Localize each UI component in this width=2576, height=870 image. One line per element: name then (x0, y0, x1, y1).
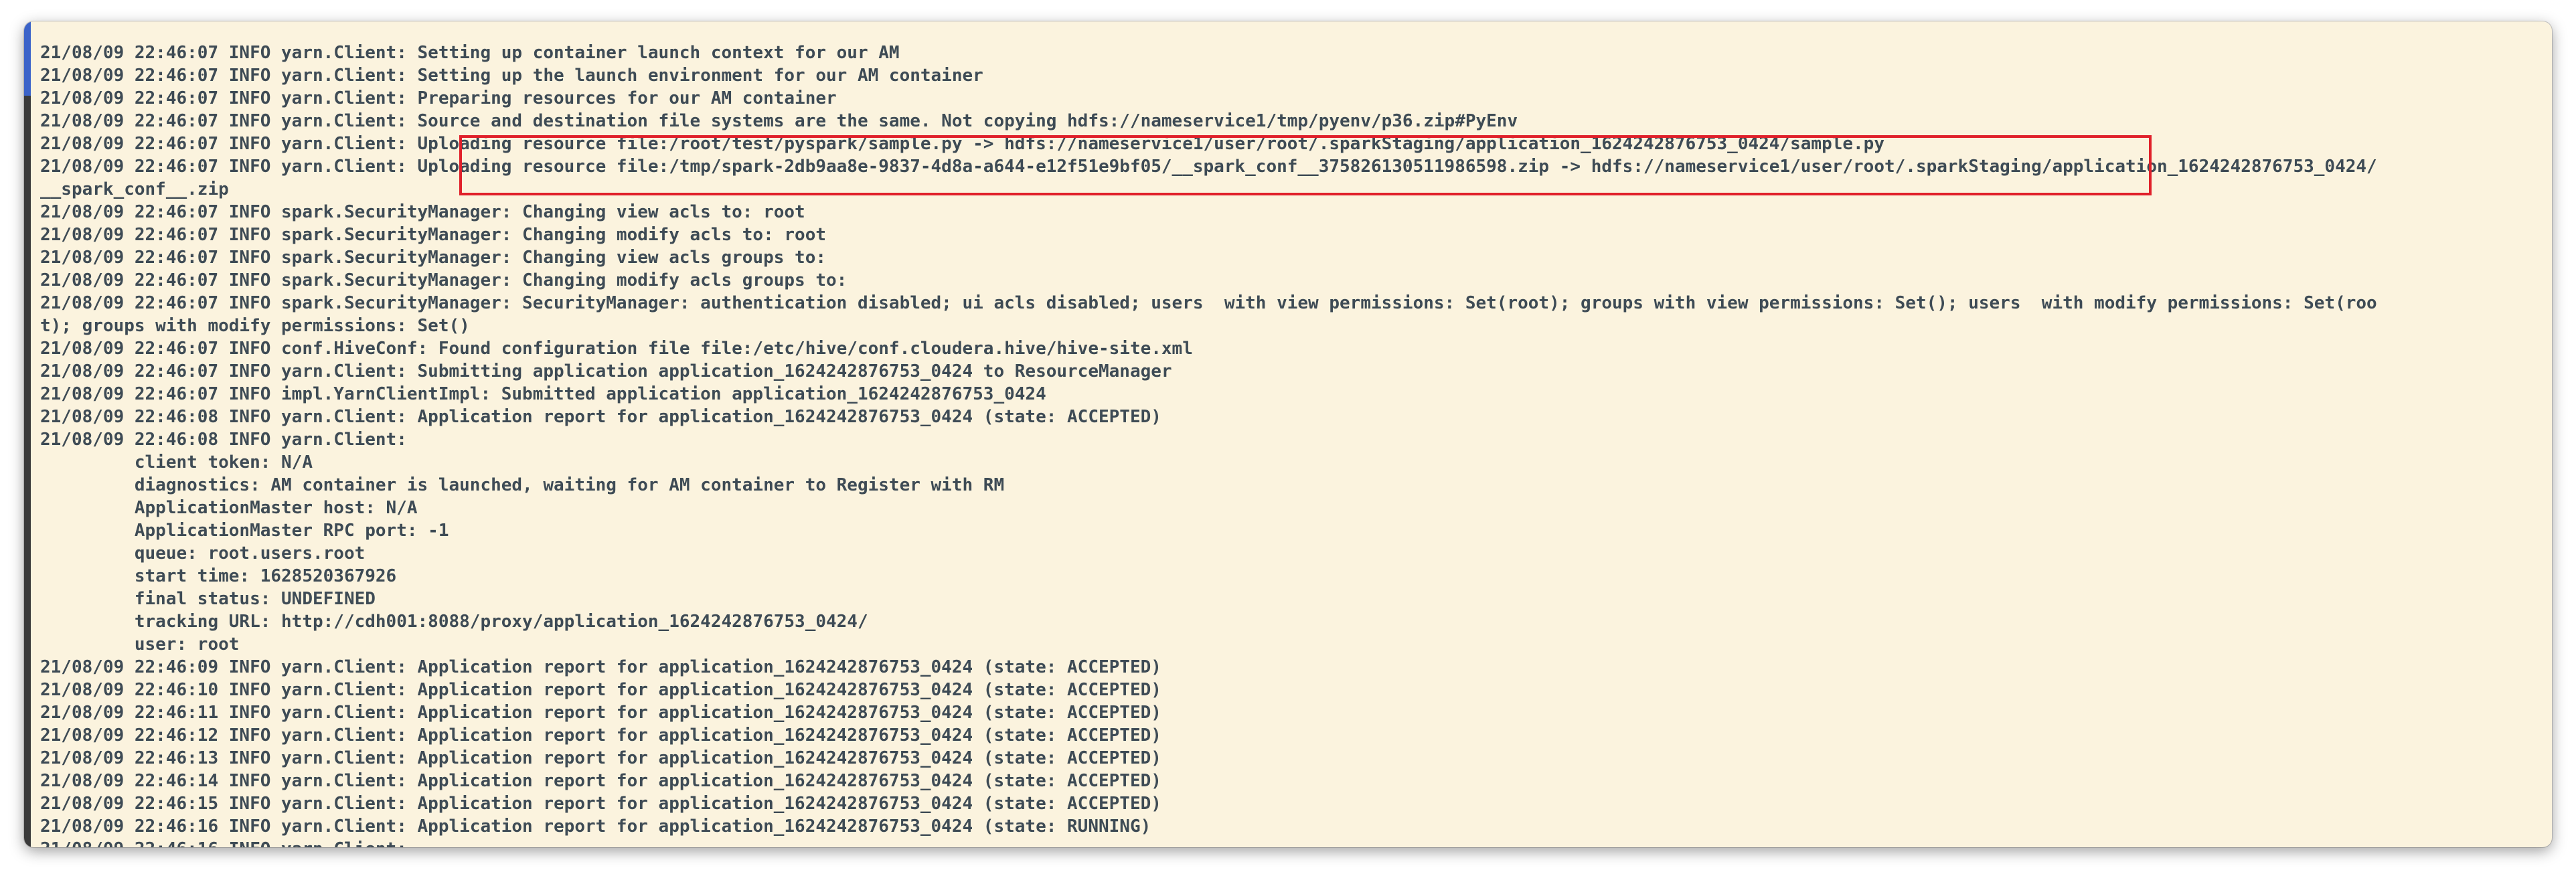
log-line: start time: 1628520367926 (40, 566, 397, 586)
terminal-output[interactable]: 21/08/09 22:46:07 INFO yarn.Client: Sett… (40, 21, 2549, 847)
log-line: 21/08/09 22:46:16 INFO yarn.Client: (40, 838, 2549, 847)
log-line: client token: N/A (40, 452, 313, 472)
terminal-window: 21/08/09 22:46:07 INFO yarn.Client: Sett… (24, 21, 2552, 847)
log-line: final status: UNDEFINED (40, 589, 376, 609)
log-line: 21/08/09 22:46:07 INFO spark.SecurityMan… (40, 225, 826, 245)
log-line: 21/08/09 22:46:07 INFO spark.SecurityMan… (40, 202, 805, 222)
log-line: 21/08/09 22:46:11 INFO yarn.Client: Appl… (40, 703, 1161, 723)
log-line: 21/08/09 22:46:15 INFO yarn.Client: Appl… (40, 794, 1161, 814)
log-line: 21/08/09 22:46:08 INFO yarn.Client: Appl… (40, 407, 1161, 427)
log-line: 21/08/09 22:46:08 INFO yarn.Client: (40, 430, 407, 450)
log-line: 21/08/09 22:46:07 INFO yarn.Client: Sour… (40, 111, 1518, 131)
log-line: 21/08/09 22:46:07 INFO yarn.Client: Sett… (40, 43, 900, 63)
log-line: 21/08/09 22:46:09 INFO yarn.Client: Appl… (40, 657, 1161, 677)
log-line: 21/08/09 22:46:07 INFO spark.SecurityMan… (40, 248, 826, 268)
log-line: t); groups with modify permissions: Set(… (40, 316, 470, 336)
log-line: 21/08/09 22:46:10 INFO yarn.Client: Appl… (40, 680, 1161, 700)
log-line: 21/08/09 22:46:07 INFO spark.SecurityMan… (40, 270, 848, 290)
log-line: 21/08/09 22:46:13 INFO yarn.Client: Appl… (40, 748, 1161, 768)
log-line: 21/08/09 22:46:14 INFO yarn.Client: Appl… (40, 771, 1161, 791)
log-line-highlighted: 21/08/09 22:46:07 INFO yarn.Client: Uplo… (40, 134, 1884, 154)
log-line: ApplicationMaster host: N/A (40, 498, 418, 518)
log-line: queue: root.users.root (40, 543, 366, 563)
log-line-clipped-top (40, 21, 2549, 41)
terminal-scroll-indicator (24, 21, 31, 847)
log-line: ApplicationMaster RPC port: -1 (40, 521, 449, 541)
log-line-highlighted: 21/08/09 22:46:07 INFO yarn.Client: Uplo… (40, 157, 2377, 177)
log-line: user: root (40, 634, 240, 655)
log-line: 21/08/09 22:46:07 INFO yarn.Client: Prep… (40, 88, 837, 108)
log-line: 21/08/09 22:46:07 INFO impl.YarnClientIm… (40, 384, 1046, 404)
log-line: 21/08/09 22:46:07 INFO yarn.Client: Sett… (40, 66, 983, 86)
log-line: 21/08/09 22:46:12 INFO yarn.Client: Appl… (40, 725, 1161, 746)
log-line: 21/08/09 22:46:07 INFO conf.HiveConf: Fo… (40, 339, 1193, 359)
log-line: __spark_conf__.zip (40, 179, 229, 199)
log-line: 21/08/09 22:46:07 INFO spark.SecurityMan… (40, 293, 2377, 313)
log-line: 21/08/09 22:46:16 INFO yarn.Client: Appl… (40, 816, 1151, 837)
log-line: tracking URL: http://cdh001:8088/proxy/a… (40, 612, 868, 632)
log-line: diagnostics: AM container is launched, w… (40, 475, 1005, 495)
log-line: 21/08/09 22:46:07 INFO yarn.Client: Subm… (40, 361, 1172, 381)
